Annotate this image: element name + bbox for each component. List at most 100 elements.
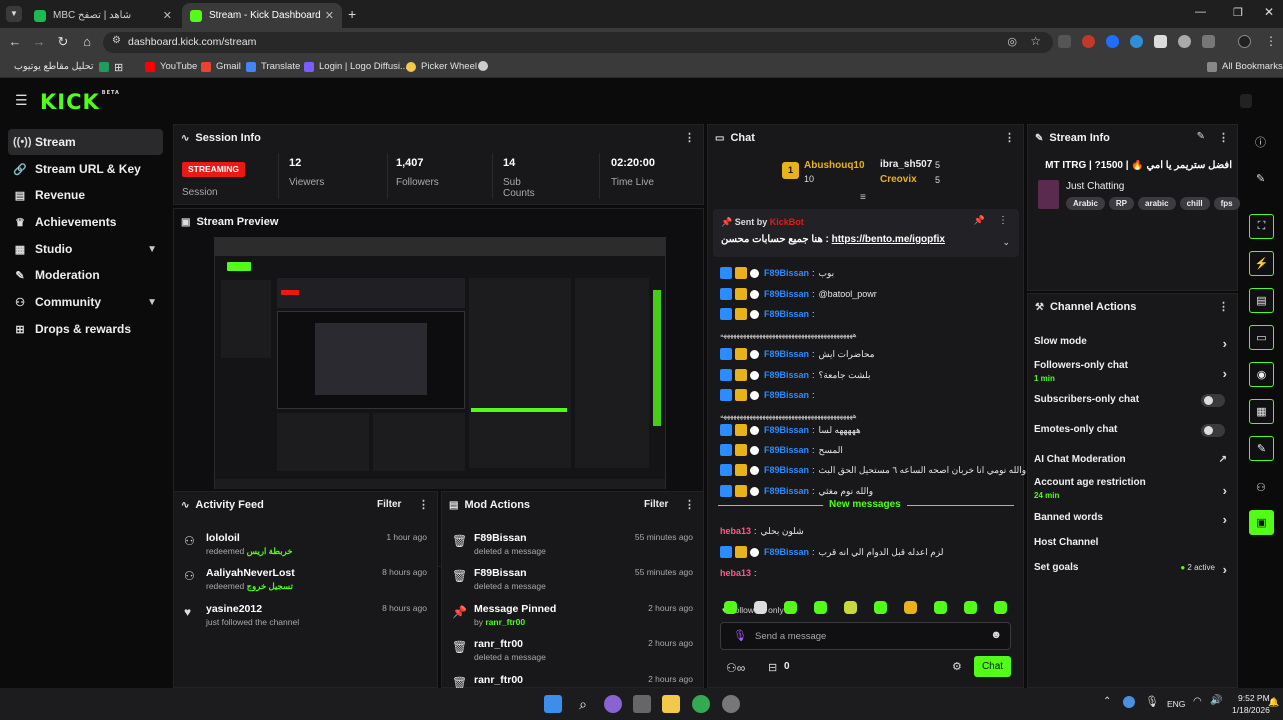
tag[interactable]: fps [1213,197,1240,210]
all-bookmarks[interactable]: All Bookmarks [1207,61,1283,72]
chat-settings-icon[interactable]: ⚙ [952,660,962,673]
emote-icon[interactable] [814,601,827,614]
emotes-only-toggle[interactable] [1201,424,1225,437]
url-text[interactable]: dashboard.kick.com/stream [128,36,256,48]
forward-icon[interactable]: → [32,34,46,50]
chrome-icon[interactable] [692,695,710,713]
chat-username[interactable]: F89Bissan [764,445,809,455]
extension-gamepad-icon[interactable] [1058,35,1071,48]
emote-icon[interactable] [784,601,797,614]
minimize-window-icon[interactable]: — [1195,6,1206,18]
sidebar-item-drops-rewards[interactable]: ⊞ Drops & rewards [8,316,163,342]
tray-overflow-icon[interactable]: ⌃ [1103,696,1111,707]
stream-preview-video[interactable] [214,237,666,489]
subscribers-only-toggle[interactable] [1201,394,1225,407]
tab-kick-dashboard[interactable]: Stream - Kick Dashboard ✕ [182,3,342,28]
eye-off-icon[interactable]: ◎ [1007,35,1017,48]
emote-icon[interactable] [994,601,1007,614]
more-options-icon[interactable]: ⋮ [684,131,695,144]
close-window-icon[interactable]: ✕ [1264,5,1274,19]
rail-community-icon[interactable]: ⚇ [1256,481,1266,494]
rail-chat-icon[interactable]: ▭ [1249,325,1274,350]
rail-lightning-icon[interactable]: ⚡ [1249,251,1274,276]
chat-username[interactable]: F89Bissan [764,289,809,299]
close-tab-icon[interactable]: ✕ [163,9,172,22]
more-options-icon[interactable]: ⋮ [1218,300,1229,313]
rail-wrench-icon[interactable]: ✎ [1249,436,1274,461]
subscribers-only-action[interactable]: Subscribers-only chat [1034,394,1227,416]
mod-filter-button[interactable]: Filter [644,499,668,510]
chat-username[interactable]: heba13 [720,568,751,578]
set-goals-action[interactable]: Set goals ● 2 active › [1034,562,1227,584]
bookmark-logo-diffusion[interactable]: Login | Logo Diffusi... [304,61,408,72]
clock-time[interactable]: 9:52 PM [1238,693,1270,703]
unpin-icon[interactable]: 📌 [974,215,985,226]
tag[interactable]: RP [1108,197,1135,210]
microphone-icon[interactable]: 🎙 [733,629,747,642]
sidebar-item-studio[interactable]: ▦ Studio ▼ [8,236,163,262]
chat-username[interactable]: F89Bissan [764,425,809,435]
user-avatar-icon[interactable] [1240,94,1252,108]
bookmark-star-icon[interactable]: ☆ [1030,34,1041,48]
category-name[interactable]: Just Chatting [1066,181,1124,192]
chat-username[interactable]: F89Bissan [764,465,809,475]
emote-icon[interactable] [934,601,947,614]
extension-shield-icon[interactable] [1130,35,1143,48]
emotes-only-action[interactable]: Emotes-only chat [1034,424,1227,446]
restore-window-icon[interactable]: ❐ [1233,6,1243,19]
store-icon[interactable] [633,695,651,713]
emote-icon[interactable] [724,601,737,614]
microphone-tray-icon[interactable]: 🎙 [1145,695,1159,708]
rail-stream-icon[interactable]: ◉ [1249,362,1274,387]
followers-only-action[interactable]: Followers-only chat 1 min › [1034,360,1227,383]
tab-shahid[interactable]: MBC شاهد | تصفح ✕ [26,3,180,28]
ai-chat-moderation-action[interactable]: AI Chat Moderation ↗ [1034,454,1227,476]
emote-icon[interactable] [964,601,977,614]
tag[interactable]: chill [1179,197,1210,210]
sidebar-item-achievements[interactable]: ♛ Achievements [8,209,163,235]
top-gifter-name[interactable]: Abushouq10 [804,160,865,171]
tag[interactable]: arabic [1138,197,1176,210]
chat-username[interactable]: F89Bissan [764,370,809,380]
edit-stream-info-icon[interactable]: ✎ [1197,131,1205,142]
volume-icon[interactable]: 🔊 [1210,695,1222,706]
bookmark-translate[interactable]: Translate [246,61,300,72]
chat-input[interactable]: 🎙 Send a message ☻ [720,622,1011,650]
sidebar-item-community[interactable]: ⚇ Community ▼ [8,289,163,315]
chat-username[interactable]: F89Bissan [764,390,809,400]
reload-icon[interactable]: ↻ [56,34,70,50]
expand-leaderboard-icon[interactable]: ≡ [860,192,866,203]
extension-grid-icon[interactable] [1154,35,1167,48]
extension-flame-icon[interactable] [1082,35,1095,48]
sidebar-item-stream-url-key[interactable]: 🔗 Stream URL & Key [8,156,163,182]
browser-menu-icon[interactable]: ⋮ [1265,34,1277,48]
bookmark-gmail[interactable]: Gmail [201,61,241,72]
chevron-down-icon[interactable]: ⌄ [1002,237,1010,248]
chat-username[interactable]: F89Bissan [764,349,809,359]
extension-blue-icon[interactable] [1106,35,1119,48]
banned-words-action[interactable]: Banned words › [1034,512,1227,534]
bookmark-youtube[interactable]: YouTube [145,61,197,72]
new-messages-label[interactable]: New messages [823,499,907,510]
extension-globe-icon[interactable] [1178,35,1191,48]
bookmark-youtube-analysis[interactable]: تحليل مقاطع يوتيوب [14,61,109,72]
back-icon[interactable]: ← [8,34,22,50]
omnibox[interactable]: ⚙ dashboard.kick.com/stream ◎ ☆ [103,32,1053,53]
kick-logo[interactable]: KICK BETA [40,90,120,114]
emote-icon[interactable] [844,601,857,614]
edit-layout-icon[interactable]: ✎ [1256,172,1265,185]
apps-grid-icon[interactable]: ⊞ [114,61,123,74]
bookmark-globe-icon[interactable] [478,61,493,71]
slow-mode-action[interactable]: Slow mode › [1034,336,1227,358]
site-info-icon[interactable]: ⚙ [112,35,121,46]
emote-icon[interactable] [874,601,887,614]
new-tab-button[interactable]: + [348,6,356,22]
treasure-icon[interactable]: ⊟ [768,661,777,674]
copilot-icon[interactable] [604,695,622,713]
tag[interactable]: Arabic [1066,197,1105,210]
host-channel-action[interactable]: Host Channel [1034,537,1227,559]
sidebar-item-revenue[interactable]: ▤ Revenue [8,182,163,208]
bookmark-picker-wheel[interactable]: Picker Wheel [406,61,477,72]
tray-app-icon[interactable] [1123,696,1135,708]
rail-document-icon[interactable]: ▤ [1249,288,1274,313]
